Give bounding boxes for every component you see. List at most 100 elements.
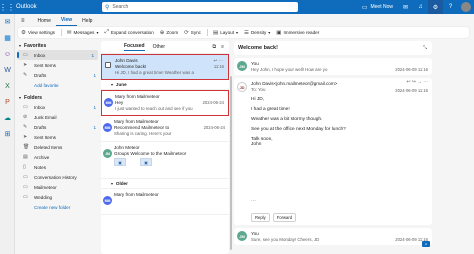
message-list: Focused Other ⧉ ≡ John Davis Welcome bac…: [101, 41, 229, 254]
group-label: Older: [115, 181, 128, 186]
list-item[interactable]: John Davis Welcome back! 11:16 Hi JD, I h…: [101, 54, 229, 80]
chevron-down-icon: ▾: [96, 30, 99, 35]
expand-conversation-label: Expand conversation: [110, 30, 154, 35]
bell-icon[interactable]: ♫: [413, 0, 428, 14]
image-attachment-icon[interactable]: ▣: [114, 158, 126, 166]
message-subject: Welcome back!: [115, 64, 147, 69]
apps-icon[interactable]: ⊞: [0, 126, 15, 142]
message-list-scrollbar[interactable]: [229, 54, 232, 254]
immersive-reader-button[interactable]: ▣ Immersive reader: [276, 30, 319, 36]
favorite-drafts[interactable]: ✎ Drafts 1: [15, 70, 100, 80]
reply-button[interactable]: Reply: [251, 213, 270, 222]
list-item[interactable]: JM John Meteor Groups Welcome to the Mai…: [101, 142, 229, 179]
reply-actions[interactable]: ↩ ↪ → ⋯: [406, 80, 428, 85]
folder-icon: ▭: [23, 184, 28, 190]
folder-notes[interactable]: ▯ Notes: [15, 162, 100, 172]
favorite-sent-items[interactable]: ➤ Sent Items: [15, 60, 100, 70]
list-item[interactable]: MM Mary from Mailmeteor Recommend Mailme…: [101, 116, 229, 142]
messages-button[interactable]: ✉ Messages ▾: [67, 30, 99, 36]
folder-conversation-history[interactable]: ▭ Conversation History: [15, 172, 100, 182]
folders-header[interactable]: ▾ Folders: [15, 93, 100, 102]
message-card-expanded: JD ↩ ↪ → ⋯ John Davis<john.mailmeteor@gm…: [234, 78, 432, 225]
chevron-down-icon: ▾: [111, 83, 113, 87]
folder-mailmeteor[interactable]: ▭ Mailmeteor: [15, 182, 100, 192]
app-launcher-icon[interactable]: ⋮⋮: [0, 0, 15, 14]
toolbar: ⚙ View settings ✉ Messages ▾ ⤢ Expand conver…: [18, 27, 469, 38]
tab-help[interactable]: Help: [77, 18, 97, 26]
zoom-button[interactable]: ⊕ Zoom: [160, 30, 178, 36]
immersive-badge-icon[interactable]: A: [422, 241, 430, 247]
avatar: JD: [237, 82, 247, 92]
group-header-june[interactable]: ▾ June: [101, 80, 229, 90]
folder-pane: ▾ Favorites ▭ Inbox 1 ➤ Sent Items ✎ Drafts 1 …: [15, 41, 100, 254]
scroll-thumb[interactable]: [229, 76, 232, 250]
tab-view[interactable]: View: [55, 17, 78, 26]
folder-sent-items[interactable]: ➤ Sent Items: [15, 132, 100, 142]
folder-drafts[interactable]: ✎ Drafts 1: [15, 122, 100, 132]
folder-deleted-items[interactable]: 🗑 Deleted Items: [15, 142, 100, 152]
reply-all-icon[interactable]: ↩ ⋯: [213, 58, 223, 64]
word-icon[interactable]: W: [0, 62, 15, 78]
message-card-collapsed[interactable]: JM You Sure, see you Monday! Cheers, JD …: [234, 228, 432, 245]
folder-label: Wedding: [34, 194, 53, 200]
folder-junk-email[interactable]: ⊘ Junk Email: [15, 112, 100, 122]
expand-conversation-button[interactable]: ⤢ Expand conversation: [104, 29, 153, 36]
message-body: Hi JD, I had a great time! Weather was a…: [234, 97, 432, 147]
meet-now-label: Meet Now: [370, 4, 393, 10]
create-new-folder-link[interactable]: Create new folder: [15, 202, 100, 212]
message-date: 11:16: [213, 64, 224, 69]
settings-gear-icon[interactable]: ⚙: [428, 0, 443, 14]
excel-icon[interactable]: X: [0, 78, 15, 94]
search-input[interactable]: ⚲ Search: [102, 2, 298, 12]
more-icon[interactable]: ⋯: [251, 198, 256, 204]
help-icon[interactable]: ?: [443, 0, 458, 14]
mail-icon[interactable]: ✉: [0, 14, 15, 30]
message-card-collapsed[interactable]: JM You Hey John, I hope your well! How a…: [234, 58, 432, 75]
body-line: Weather was a bit stormy though.: [251, 117, 323, 122]
sync-button[interactable]: ⟳ Sync: [184, 30, 201, 36]
favorite-inbox[interactable]: ▭ Inbox 1: [17, 50, 98, 60]
folder-icon: ▭: [23, 174, 28, 180]
folder-inbox[interactable]: ▭ Inbox 1: [15, 102, 100, 112]
send-icon: ➤: [23, 62, 28, 68]
menu-icon[interactable]: ≡: [21, 18, 25, 26]
copy-icon[interactable]: ⧉: [213, 44, 217, 50]
layout-button[interactable]: ▤ Layout ▾: [213, 30, 238, 36]
folder-archive[interactable]: ▤ Archive: [15, 152, 100, 162]
add-favorite-link[interactable]: Add favorite: [15, 80, 100, 90]
draft-icon: ✎: [23, 124, 28, 130]
powerpoint-icon[interactable]: P: [0, 94, 15, 110]
filter-icon[interactable]: ≡: [221, 44, 224, 50]
folder-wedding[interactable]: ▭ Wedding: [15, 192, 100, 202]
folder-label: Archive: [34, 154, 50, 160]
conversation-subject: Welcome back!: [238, 45, 278, 51]
group-header-older[interactable]: ▾ Older: [101, 179, 229, 189]
message-date: 2024-06-09 11:16: [395, 67, 428, 72]
chevron-down-icon: ▾: [268, 30, 271, 35]
list-item[interactable]: MM Mary from Mailmeteor Hey 2024-06-24 I …: [101, 90, 229, 116]
sender-name: You: [251, 61, 259, 66]
people-icon[interactable]: ☺: [0, 46, 15, 62]
calendar-icon[interactable]: ▦: [0, 30, 15, 46]
layout-icon: ▤: [212, 29, 219, 36]
avatar[interactable]: [461, 2, 471, 12]
tab-home[interactable]: Home: [33, 18, 56, 26]
view-settings-button[interactable]: ⚙ View settings: [21, 30, 55, 36]
onedrive-icon[interactable]: ☁: [0, 110, 15, 126]
favorites-header[interactable]: ▾ Favorites: [15, 41, 100, 50]
zoom-label: Zoom: [166, 30, 179, 35]
collapse-icon[interactable]: ⤡: [423, 45, 427, 51]
folder-label: Mailmeteor: [34, 184, 57, 190]
forward-button[interactable]: Forward: [272, 213, 297, 222]
list-item[interactable]: MM Mary from Mailmeteor: [101, 189, 229, 215]
density-button[interactable]: ☰ Density ▾: [244, 30, 270, 36]
tab-other[interactable]: Other: [153, 44, 166, 50]
sync-label: Sync: [190, 30, 201, 35]
select-checkbox[interactable]: [105, 62, 111, 68]
image-attachment-icon[interactable]: ▣: [140, 158, 152, 166]
megaphone-icon[interactable]: ✉: [398, 0, 413, 14]
title-bar: ⋮⋮ Outlook ⚲ Search ▭ Meet Now ✉ ♫ ⚙ ?: [0, 0, 474, 14]
tab-focused[interactable]: Focused: [124, 43, 145, 51]
meet-now-button[interactable]: ▭ Meet Now: [357, 0, 398, 14]
message-preview: Sharing is caring. Here's your: [114, 131, 172, 136]
